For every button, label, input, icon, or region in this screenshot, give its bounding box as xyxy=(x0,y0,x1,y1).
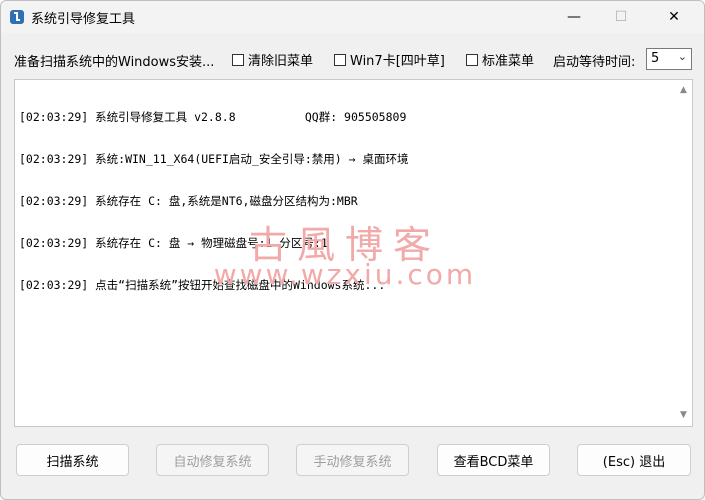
log-output[interactable]: [02:03:29] 系统引导修复工具 v2.8.8 QQ群: 90550580… xyxy=(14,79,693,427)
minimize-button[interactable]: — xyxy=(551,1,597,33)
log-line: [02:03:29] 系统:WIN_11_X64(UEFI启动_安全引导:禁用)… xyxy=(19,152,409,166)
wait-time-select[interactable]: 5 ⌄ xyxy=(646,48,692,70)
standard-menu-checkbox[interactable]: 标准菜单 xyxy=(466,50,534,69)
exit-button[interactable]: (Esc) 退出 xyxy=(577,444,691,476)
wait-time-value: 5 xyxy=(651,51,660,66)
options-toolbar: 准备扫描系统中的Windows安装... 清除旧菜单 Win7卡[四叶草] 标准… xyxy=(1,45,704,73)
auto-repair-button[interactable]: 自动修复系统 xyxy=(156,444,269,476)
scroll-down-icon[interactable]: ▼ xyxy=(675,407,692,424)
clear-old-menu-checkbox[interactable]: 清除旧菜单 xyxy=(232,50,313,69)
checkbox-box[interactable] xyxy=(334,53,346,66)
log-line: [02:03:29] 系统存在 C: 盘,系统是NT6,磁盘分区结构为:MBR xyxy=(19,194,358,208)
checkbox-box[interactable] xyxy=(232,53,244,66)
scroll-up-icon[interactable]: ▲ xyxy=(675,82,692,99)
checkbox-box[interactable] xyxy=(466,53,478,66)
scan-system-button[interactable]: 扫描系统 xyxy=(16,444,129,476)
log-line: [02:03:29] 系统引导修复工具 v2.8.8 QQ群: 90550580… xyxy=(19,110,407,124)
manual-repair-button[interactable]: 手动修复系统 xyxy=(296,444,409,476)
titlebar: 系统引导修复工具 — ☐ ✕ xyxy=(1,1,704,33)
log-line: [02:03:29] 系统存在 C: 盘 → 物理磁盘号:1 分区号:1 xyxy=(19,236,328,250)
log-line: [02:03:29] 点击“扫描系统”按钮开始查找磁盘中的Windows系统..… xyxy=(19,278,386,292)
chevron-down-icon[interactable]: ⌄ xyxy=(678,50,687,63)
main-window: 系统引导修复工具 — ☐ ✕ 准备扫描系统中的Windows安装... 清除旧菜… xyxy=(0,0,705,500)
vertical-scrollbar[interactable]: ▲ ▼ xyxy=(675,80,692,426)
view-bcd-menu-button[interactable]: 查看BCD菜单 xyxy=(437,444,550,476)
checkbox-label: Win7卡[四叶草] xyxy=(350,54,445,69)
wait-time-label: 启动等待时间: xyxy=(553,55,636,70)
checkbox-label: 清除旧菜单 xyxy=(248,54,314,69)
window-title: 系统引导修复工具 xyxy=(31,12,136,27)
status-label: 准备扫描系统中的Windows安装... xyxy=(14,55,215,70)
checkbox-label: 标准菜单 xyxy=(482,54,535,69)
log-lines: [02:03:29] 系统引导修复工具 v2.8.8 QQ群: 90550580… xyxy=(19,82,408,320)
win7-card-checkbox[interactable]: Win7卡[四叶草] xyxy=(334,50,445,69)
close-button[interactable]: ✕ xyxy=(651,1,697,33)
maximize-button[interactable]: ☐ xyxy=(598,1,644,33)
wrench-app-icon xyxy=(10,10,24,24)
